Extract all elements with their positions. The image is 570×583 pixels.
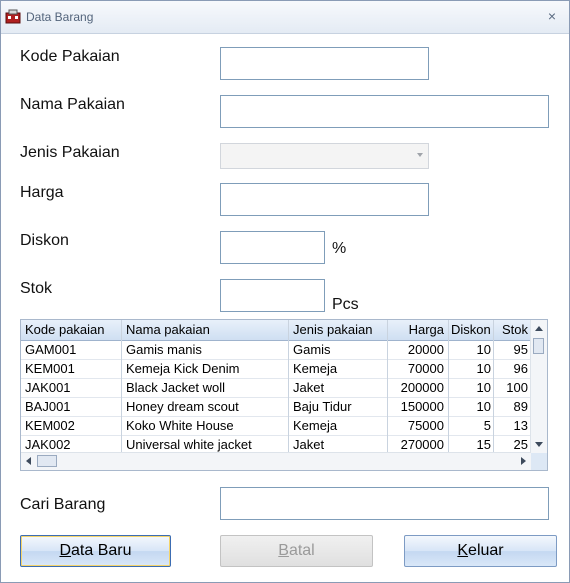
cell-nama: Koko White House	[122, 416, 289, 435]
cari-barang-label: Cari Barang	[20, 496, 106, 513]
table-row[interactable]: KEM002 Koko White House Kemeja 75000 5 13	[21, 416, 531, 436]
scrollbar-corner	[531, 453, 547, 470]
kode-pakaian-input[interactable]	[220, 47, 429, 80]
column-header-kode[interactable]: Kode pakaian	[21, 320, 122, 340]
cell-kode: GAM001	[21, 340, 122, 359]
table-row[interactable]: JAK001 Black Jacket woll Jaket 200000 10 100	[21, 378, 531, 398]
table-row[interactable]: BAJ001 Honey dream scout Baju Tidur 150000 1…	[21, 397, 531, 417]
scroll-right-icon[interactable]	[521, 457, 526, 465]
data-baru-label: ata Baru	[71, 542, 132, 559]
cell-nama: Kemeja Kick Denim	[122, 359, 289, 378]
column-header-harga[interactable]: Harga	[388, 320, 449, 340]
jenis-pakaian-label: Jenis Pakaian	[20, 144, 120, 161]
batal-label: atal	[288, 542, 315, 559]
cell-diskon: 5	[449, 416, 494, 435]
column-header-jenis[interactable]: Jenis pakaian	[289, 320, 388, 340]
harga-label: Harga	[20, 184, 64, 201]
keluar-button[interactable]: Keluar	[404, 535, 557, 567]
data-baru-mnemonic: D	[59, 542, 72, 559]
nama-pakaian-input[interactable]	[220, 95, 549, 128]
batal-mnemonic: B	[278, 542, 289, 559]
keluar-mnemonic: K	[457, 542, 469, 559]
title-bar[interactable]: Data Barang ×	[1, 1, 569, 34]
app-icon	[5, 9, 21, 24]
stok-label: Stok	[20, 280, 53, 297]
column-header-diskon[interactable]: Diskon	[449, 320, 494, 340]
column-header-stok[interactable]: Stok	[494, 320, 531, 340]
cell-harga: 150000	[388, 397, 449, 416]
cell-diskon: 10	[449, 397, 494, 416]
data-baru-button[interactable]: Data Baru	[20, 535, 171, 567]
cell-kode: KEM001	[21, 359, 122, 378]
cell-stok: 96	[494, 359, 531, 378]
cell-stok: 89	[494, 397, 531, 416]
kode-pakaian-label: Kode Pakaian	[20, 48, 120, 65]
diskon-label: Diskon	[20, 232, 69, 249]
cell-jenis: Kemeja	[289, 416, 388, 435]
cell-stok: 100	[494, 378, 531, 397]
nama-pakaian-label: Nama Pakaian	[20, 96, 125, 113]
cell-diskon: 10	[449, 359, 494, 378]
scroll-up-icon[interactable]	[535, 326, 543, 331]
window-title: Data Barang	[26, 10, 94, 24]
chevron-down-icon[interactable]	[417, 153, 423, 157]
stok-unit: Pcs	[332, 296, 359, 313]
barang-table[interactable]: Kode pakaian Nama pakaian Jenis pakaian …	[20, 319, 548, 471]
cell-harga: 20000	[388, 340, 449, 359]
cell-diskon: 10	[449, 340, 494, 359]
cell-nama: Gamis manis	[122, 340, 289, 359]
cell-harga: 70000	[388, 359, 449, 378]
cell-jenis: Jaket	[289, 378, 388, 397]
harga-input[interactable]	[220, 183, 429, 216]
table-header: Kode pakaian Nama pakaian Jenis pakaian …	[21, 320, 541, 341]
keluar-label: eluar	[468, 542, 504, 559]
cell-harga: 75000	[388, 416, 449, 435]
cell-kode: BAJ001	[21, 397, 122, 416]
cell-nama: Black Jacket woll	[122, 378, 289, 397]
column-header-nama[interactable]: Nama pakaian	[122, 320, 289, 340]
scroll-down-icon[interactable]	[535, 442, 543, 447]
cell-jenis: Gamis	[289, 340, 388, 359]
diskon-input[interactable]	[220, 231, 325, 264]
scroll-thumb[interactable]	[533, 338, 544, 354]
cell-jenis: Baju Tidur	[289, 397, 388, 416]
batal-button[interactable]: Batal	[220, 535, 373, 567]
horizontal-scrollbar[interactable]	[21, 452, 531, 470]
cell-nama: Honey dream scout	[122, 397, 289, 416]
jenis-pakaian-select[interactable]	[220, 143, 429, 169]
cell-stok: 13	[494, 416, 531, 435]
close-icon[interactable]: ×	[544, 8, 560, 24]
cell-kode: JAK001	[21, 378, 122, 397]
scroll-left-icon[interactable]	[26, 457, 31, 465]
cell-kode: KEM002	[21, 416, 122, 435]
stok-input[interactable]	[220, 279, 325, 312]
table-row[interactable]: GAM001 Gamis manis Gamis 20000 10 95	[21, 340, 531, 360]
table-row[interactable]: KEM001 Kemeja Kick Denim Kemeja 70000 10 96	[21, 359, 531, 379]
horizontal-scroll-thumb[interactable]	[37, 455, 57, 467]
cell-stok: 95	[494, 340, 531, 359]
cell-diskon: 10	[449, 378, 494, 397]
vertical-scrollbar[interactable]	[530, 320, 547, 453]
cell-harga: 200000	[388, 378, 449, 397]
cell-jenis: Kemeja	[289, 359, 388, 378]
diskon-unit: %	[332, 240, 347, 257]
data-barang-window: Data Barang × Kode Pakaian Nama Pakaian …	[0, 0, 570, 583]
cari-barang-input[interactable]	[220, 487, 549, 520]
